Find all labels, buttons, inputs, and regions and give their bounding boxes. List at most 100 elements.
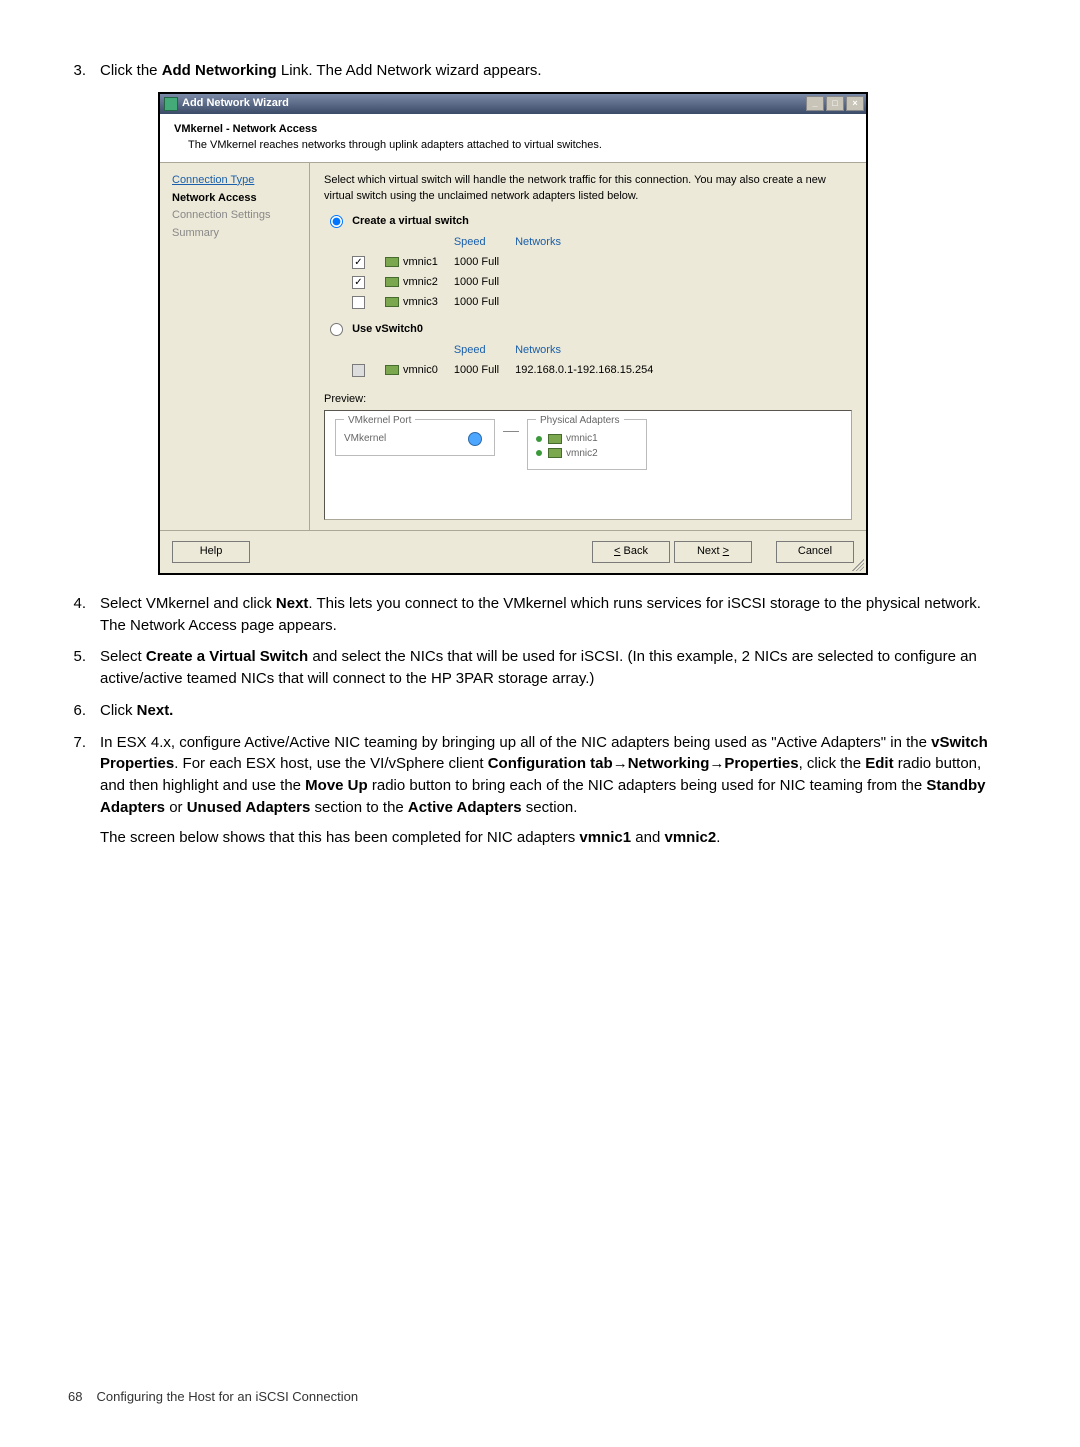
preview-vmkernel: VMkernel xyxy=(344,433,386,444)
checkbox-vmnic1[interactable]: ✓ xyxy=(352,256,365,269)
radio-label-use: Use vSwitch0 xyxy=(352,323,423,335)
col-networks: Networks xyxy=(515,342,667,360)
preview-adapter: vmnic1 xyxy=(566,433,598,444)
nic-speed: 1000 Full xyxy=(454,362,513,380)
bold-text: vmnic1 xyxy=(579,829,631,846)
nic-name: vmnic3 xyxy=(403,296,438,308)
nic-speed: 1000 Full xyxy=(454,254,513,272)
nic-icon xyxy=(385,257,399,267)
radio-use-vswitch0[interactable] xyxy=(330,323,343,336)
maximize-button[interactable]: □ xyxy=(826,96,844,111)
nic-net: 192.168.0.1-192.168.15.254 xyxy=(515,362,667,380)
cancel-button[interactable]: Cancel xyxy=(776,541,854,563)
checkbox-vmnic0 xyxy=(352,364,365,377)
step-summary: Summary xyxy=(172,226,301,242)
preview-group-vmkernel: VMkernel Port xyxy=(344,415,415,426)
nic-speed: 1000 Full xyxy=(454,294,513,312)
text: . For each ESX host, use the VI/vSphere … xyxy=(174,755,488,772)
nic-name: vmnic1 xyxy=(403,256,438,268)
bold-text: Properties xyxy=(724,755,798,772)
step-body-6: Click Next. xyxy=(100,700,990,722)
text: . xyxy=(716,829,720,846)
text: section to the xyxy=(310,799,408,816)
text: Link. The Add Network wizard appears. xyxy=(277,62,542,79)
nic-row: vmnic0 1000 Full 192.168.0.1-192.168.15.… xyxy=(352,362,667,380)
bold-text: Next xyxy=(276,595,309,612)
nic-icon xyxy=(385,365,399,375)
app-icon xyxy=(164,97,178,111)
text: section. xyxy=(522,799,578,816)
page-section: Configuring the Host for an iSCSI Connec… xyxy=(96,1388,358,1407)
wizard-screenshot: Add Network Wizard _ □ × VMkernel - Netw… xyxy=(158,92,990,575)
close-button[interactable]: × xyxy=(846,96,864,111)
col-speed: Speed xyxy=(454,234,513,252)
nic-icon xyxy=(548,448,562,458)
nic-icon xyxy=(548,434,562,444)
bold-text: Networking xyxy=(628,755,710,772)
preview-label: Preview: xyxy=(324,392,852,408)
bold-text: Edit xyxy=(865,755,893,772)
checkbox-vmnic3[interactable] xyxy=(352,296,365,309)
step-body-7: In ESX 4.x, configure Active/Active NIC … xyxy=(100,732,990,849)
link-dot-icon xyxy=(536,450,542,456)
header-subtitle: The VMkernel reaches networks through up… xyxy=(188,138,852,154)
window-titlebar: Add Network Wizard _ □ × xyxy=(160,94,866,114)
bold-text: Add Networking xyxy=(162,62,277,79)
text: The screen below shows that this has bee… xyxy=(100,829,579,846)
nic-icon xyxy=(385,277,399,287)
text: Click the xyxy=(100,62,162,79)
nic-table-use: Speed Networks vmnic0 1000 Full 192.168.… xyxy=(350,340,669,382)
radio-label-create: Create a virtual switch xyxy=(352,215,469,227)
nic-row: ✓ vmnic1 1000 Full xyxy=(352,254,575,272)
step-number-7: 7. xyxy=(68,732,100,849)
bold-text: Move Up xyxy=(305,777,368,794)
radio-create-vswitch[interactable] xyxy=(330,215,343,228)
link-dot-icon xyxy=(536,436,542,442)
text: and xyxy=(631,829,664,846)
back-button[interactable]: < Back xyxy=(592,541,670,563)
help-button[interactable]: Help xyxy=(172,541,250,563)
preview-adapter: vmnic2 xyxy=(566,448,598,459)
text: radio button to bring each of the NIC ad… xyxy=(368,777,927,794)
nic-row: ✓ vmnic2 1000 Full xyxy=(352,274,575,292)
bold-text: Create a Virtual Switch xyxy=(146,648,308,665)
checkbox-vmnic2[interactable]: ✓ xyxy=(352,276,365,289)
text: , click the xyxy=(799,755,866,772)
step-number-4: 4. xyxy=(68,593,100,637)
nic-name: vmnic0 xyxy=(403,364,438,376)
step-connection-type[interactable]: Connection Type xyxy=(172,173,301,189)
minimize-button[interactable]: _ xyxy=(806,96,824,111)
wizard-steps-sidebar: Connection Type Network Access Connectio… xyxy=(160,163,310,530)
bold-text: Active Adapters xyxy=(408,799,522,816)
vmkernel-icon xyxy=(468,432,482,446)
step-number-6: 6. xyxy=(68,700,100,722)
step-body-5: Select Create a Virtual Switch and selec… xyxy=(100,646,990,690)
text: In ESX 4.x, configure Active/Active NIC … xyxy=(100,734,931,751)
t: Back xyxy=(620,545,648,557)
col-speed: Speed xyxy=(454,342,513,360)
text: or xyxy=(165,799,187,816)
bold-text: Next. xyxy=(137,702,174,719)
text: Click xyxy=(100,702,137,719)
col-networks: Networks xyxy=(515,234,575,252)
t: Next xyxy=(697,545,723,557)
step-number-3: 3. xyxy=(68,60,100,82)
arrow: → xyxy=(709,755,724,772)
u: > xyxy=(723,545,729,557)
content-intro: Select which virtual switch will handle … xyxy=(324,173,852,205)
next-button[interactable]: Next > xyxy=(674,541,752,563)
bold-text: Unused Adapters xyxy=(187,799,311,816)
text: Select xyxy=(100,648,146,665)
arrow: → xyxy=(613,755,628,772)
nic-icon xyxy=(385,297,399,307)
step-network-access: Network Access xyxy=(172,191,301,207)
step-body-3: Click the Add Networking Link. The Add N… xyxy=(100,60,990,82)
window-title: Add Network Wizard xyxy=(182,96,289,112)
step-number-5: 5. xyxy=(68,646,100,690)
resize-grip-icon[interactable] xyxy=(852,559,864,571)
step-body-4: Select VMkernel and click Next. This let… xyxy=(100,593,990,637)
bold-text: Configuration tab xyxy=(488,755,613,772)
connector-line xyxy=(503,431,519,432)
nic-speed: 1000 Full xyxy=(454,274,513,292)
preview-box: VMkernel Port VMkernel Physical Adapters xyxy=(324,410,852,520)
